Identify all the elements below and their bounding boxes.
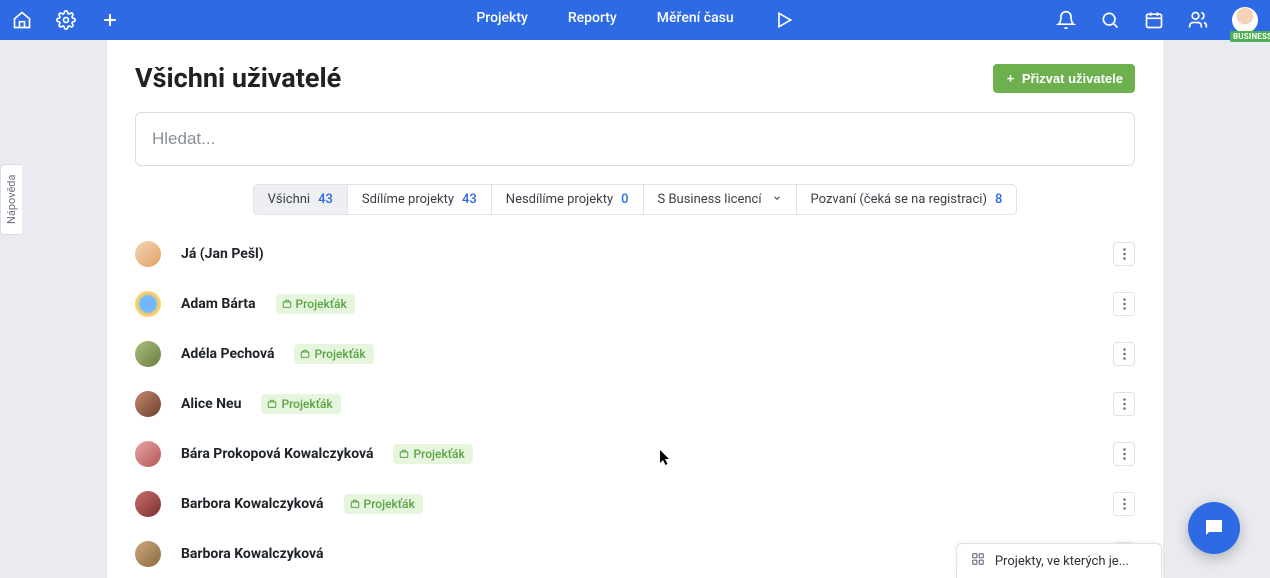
top-avatar[interactable]: BUSINESS [1232, 7, 1258, 33]
user-name: Já (Jan Pešl) [181, 246, 264, 262]
user-name: Barbora Kowalczyková [181, 546, 324, 562]
avatar [135, 491, 161, 517]
tab-invited-label: Pozvaní (čeká se na registraci) [811, 192, 987, 207]
project-badge: Projekťák [261, 394, 340, 414]
tab-all-label: Všichni [268, 192, 310, 207]
tab-all-count: 43 [318, 192, 333, 207]
filter-tabs: Všichni 43 Sdílíme projekty 43 Nesdílíme… [135, 184, 1135, 215]
row-menu-button[interactable] [1113, 492, 1135, 516]
user-row[interactable]: Adam Bárta Projekťák [135, 287, 1135, 321]
tab-invited[interactable]: Pozvaní (čeká se na registraci) 8 [797, 184, 1018, 215]
user-row[interactable]: Alice Neu Projekťák [135, 387, 1135, 421]
avatar [135, 341, 161, 367]
grid-icon [971, 552, 985, 570]
topbar: Projekty Reporty Měření času BUSINESS [0, 0, 1270, 40]
tab-noshare-count: 0 [621, 192, 628, 207]
tab-noshare[interactable]: Nesdílíme projekty 0 [492, 184, 644, 215]
toast-label: Projekty, ve kterých je... [995, 554, 1129, 569]
avatar [135, 541, 161, 567]
tab-share-count: 43 [462, 192, 477, 207]
tab-license-label: S Business licencí [658, 192, 762, 207]
search-icon[interactable] [1100, 10, 1120, 30]
avatar [135, 291, 161, 317]
gear-icon[interactable] [56, 10, 76, 30]
nav-mereni[interactable]: Měření času [657, 10, 734, 30]
user-row[interactable]: Adéla Pechová Projekťák [135, 337, 1135, 371]
topbar-right: BUSINESS [1056, 7, 1258, 33]
topbar-left [12, 10, 120, 30]
calendar-icon[interactable] [1144, 10, 1164, 30]
row-menu-button[interactable] [1113, 392, 1135, 416]
project-badge: Projekťák [294, 344, 373, 364]
avatar [135, 441, 161, 467]
row-menu-button[interactable] [1113, 342, 1135, 366]
tab-share-label: Sdílíme projekty [362, 192, 454, 207]
row-menu-button[interactable] [1113, 292, 1135, 316]
row-menu-button[interactable] [1113, 242, 1135, 266]
invite-user-label: Přizvat uživatele [1022, 71, 1123, 86]
tab-noshare-label: Nesdílíme projekty [506, 192, 613, 207]
user-list: Já (Jan Pešl)Adam BártaProjekťákAdéla Pe… [135, 237, 1135, 578]
user-name: Barbora Kowalczyková [181, 496, 324, 512]
bell-icon[interactable] [1056, 10, 1076, 30]
avatar-badge: BUSINESS [1230, 31, 1270, 42]
nav-reporty[interactable]: Reporty [568, 10, 617, 30]
user-row[interactable]: Já (Jan Pešl) [135, 237, 1135, 271]
user-name: Bára Prokopová Kowalczyková [181, 446, 373, 462]
chevron-down-icon [772, 192, 782, 207]
project-badge: Projekťák [276, 294, 355, 314]
invite-user-button[interactable]: Přizvat uživatele [993, 64, 1135, 93]
user-row[interactable]: Bára Prokopová Kowalczyková Projekťák [135, 437, 1135, 471]
nav-projekty[interactable]: Projekty [476, 10, 527, 30]
user-row[interactable]: Barbora Kowalczyková Projekťák [135, 487, 1135, 521]
avatar [135, 391, 161, 417]
user-name: Alice Neu [181, 396, 241, 412]
project-badge: Projekťák [344, 494, 423, 514]
page-title: Všichni uživatelé [135, 62, 341, 94]
toast-projects[interactable]: Projekty, ve kterých je... [956, 543, 1162, 578]
tab-all[interactable]: Všichni 43 [253, 184, 348, 215]
tab-license[interactable]: S Business licencí [644, 184, 797, 215]
plus-icon[interactable] [100, 10, 120, 30]
help-tab[interactable]: Nápověda [0, 164, 22, 235]
play-icon[interactable] [774, 10, 794, 30]
people-icon[interactable] [1188, 10, 1208, 30]
project-badge: Projekťák [393, 444, 472, 464]
home-icon[interactable] [12, 10, 32, 30]
user-name: Adéla Pechová [181, 346, 274, 362]
row-menu-button[interactable] [1113, 442, 1135, 466]
user-name: Adam Bárta [181, 296, 256, 312]
tab-invited-count: 8 [995, 192, 1002, 207]
avatar [135, 241, 161, 267]
chat-fab[interactable] [1188, 502, 1240, 554]
tab-share[interactable]: Sdílíme projekty 43 [348, 184, 492, 215]
search-input[interactable] [135, 112, 1135, 166]
content: Všichni uživatelé Přizvat uživatele Všic… [107, 40, 1163, 578]
